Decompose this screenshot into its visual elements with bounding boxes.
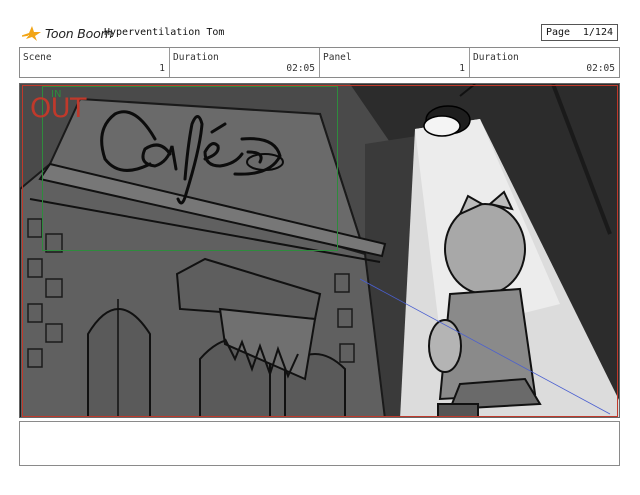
- scene-duration-cell: Duration 02:05: [170, 48, 320, 77]
- panel-duration-label: Duration: [473, 52, 519, 63]
- panel-cell: Panel 1: [320, 48, 470, 77]
- out-label: OUT: [30, 93, 87, 124]
- panel-duration-value: 02:05: [586, 63, 615, 74]
- brand-name: Toon Boom: [45, 25, 113, 41]
- panel-duration-cell: Duration 02:05: [470, 48, 619, 77]
- panel-value: 1: [459, 63, 465, 74]
- scene-label: Scene: [23, 52, 52, 63]
- scene-value: 1: [159, 63, 165, 74]
- project-title: Hyperventilation Tom: [104, 27, 225, 38]
- scene-duration-label: Duration: [173, 52, 219, 63]
- in-frame: [42, 86, 338, 251]
- storyboard-panel[interactable]: IN OUT: [19, 83, 620, 418]
- star-icon: [22, 26, 41, 41]
- page-label: Page: [546, 27, 571, 38]
- toon-boom-logo: Toon Boom: [22, 23, 113, 43]
- scene-info-bar: Scene 1 Duration 02:05 Panel 1 Duration …: [19, 47, 620, 78]
- page-indicator: Page 1/124: [541, 24, 618, 41]
- scene-duration-value: 02:05: [286, 63, 315, 74]
- page-number: 1/124: [582, 27, 613, 38]
- notes-box[interactable]: [19, 421, 620, 466]
- scene-cell: Scene 1: [20, 48, 170, 77]
- panel-label: Panel: [323, 52, 352, 63]
